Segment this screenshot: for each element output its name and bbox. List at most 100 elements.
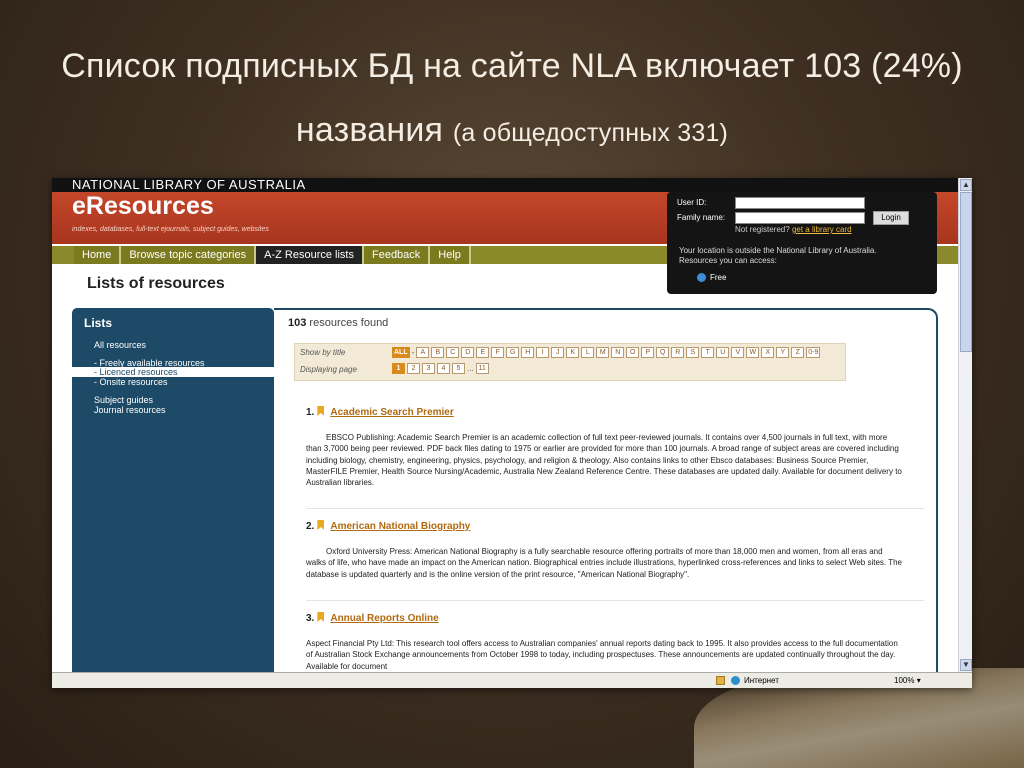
- page-4[interactable]: 4: [437, 363, 450, 374]
- location-note: Your location is outside the National Li…: [679, 246, 877, 265]
- sidebar-item-onsite[interactable]: - Onsite resources: [94, 377, 168, 387]
- scroll-thumb[interactable]: [960, 192, 972, 352]
- letter-s[interactable]: S: [686, 347, 700, 358]
- login-panel: User ID: Family name: Login Not register…: [667, 192, 937, 294]
- nav-help[interactable]: Help: [430, 246, 471, 264]
- letter-0-9[interactable]: 0-9: [806, 347, 821, 358]
- letter-b[interactable]: B: [431, 347, 445, 358]
- site-tagline: indexes, databases, full-text ejournals,…: [72, 226, 269, 233]
- sidebar: Lists All resources - Freely available r…: [72, 308, 274, 688]
- free-label: Free: [710, 273, 727, 282]
- status-bar: Интернет 100% ▾: [52, 672, 972, 688]
- letter-f[interactable]: F: [491, 347, 505, 358]
- letter-r[interactable]: R: [671, 347, 685, 358]
- entry-title-row: 2. American National Biography: [306, 520, 470, 532]
- letter-all[interactable]: ALL: [392, 347, 410, 358]
- sidebar-item-all[interactable]: All resources: [94, 340, 146, 350]
- letter-d[interactable]: D: [461, 347, 475, 358]
- nav-home[interactable]: Home: [74, 246, 122, 264]
- letter-e[interactable]: E: [476, 347, 490, 358]
- letter-t[interactable]: T: [701, 347, 715, 358]
- sidebar-item-licenced[interactable]: - Licenced resources: [72, 367, 274, 377]
- nav-az-lists[interactable]: A-Z Resource lists: [256, 246, 364, 264]
- vertical-scrollbar[interactable]: ▲ ▼: [958, 178, 972, 672]
- entry-description: EBSCO Publishing: Academic Search Premie…: [306, 433, 902, 488]
- nav-menu: Home Browse topic categories A-Z Resourc…: [74, 246, 471, 264]
- get-card-link[interactable]: get a library card: [792, 225, 852, 234]
- pagination: 1 2 3 4 5 ... 11: [392, 363, 489, 374]
- entry-number: 2.: [306, 521, 315, 532]
- zoom-dropdown-icon[interactable]: ▾: [917, 676, 921, 685]
- nav-feedback[interactable]: Feedback: [363, 246, 431, 264]
- letter-k[interactable]: K: [566, 347, 580, 358]
- letter-h[interactable]: H: [521, 347, 535, 358]
- globe-icon: [731, 676, 740, 686]
- security-zone: Интернет: [716, 676, 779, 686]
- letter-i[interactable]: I: [536, 347, 550, 358]
- letter-w[interactable]: W: [746, 347, 760, 358]
- letter-o[interactable]: O: [626, 347, 640, 358]
- show-by-label: Show by title: [300, 348, 346, 357]
- entry-title-row: 1. Academic Search Premier: [306, 406, 454, 418]
- letter-l[interactable]: L: [581, 347, 595, 358]
- page-5[interactable]: 5: [452, 363, 465, 374]
- scroll-up-icon[interactable]: ▲: [960, 179, 972, 191]
- letter-a[interactable]: A: [416, 347, 430, 358]
- letter-y[interactable]: Y: [776, 347, 790, 358]
- register-hint: Not registered? get a library card: [735, 225, 852, 234]
- entry-link[interactable]: Academic Search Premier: [330, 407, 453, 418]
- letter-g[interactable]: G: [506, 347, 520, 358]
- letter-dash: -: [411, 348, 415, 357]
- entry-separator: [306, 600, 924, 601]
- entry-link[interactable]: Annual Reports Online: [330, 613, 438, 624]
- login-button[interactable]: Login: [873, 211, 909, 225]
- browser-window: NATIONAL LIBRARY OF AUSTRALIA eResources…: [52, 178, 972, 688]
- not-registered-text: Not registered?: [735, 225, 790, 234]
- ribbon-icon: [317, 612, 325, 622]
- letter-c[interactable]: C: [446, 347, 460, 358]
- family-name-input[interactable]: [735, 212, 865, 224]
- entry-link[interactable]: American National Biography: [330, 521, 470, 532]
- letter-v[interactable]: V: [731, 347, 745, 358]
- site-topbar: NATIONAL LIBRARY OF AUSTRALIA: [52, 178, 958, 192]
- letter-x[interactable]: X: [761, 347, 775, 358]
- entry-number: 1.: [306, 407, 315, 418]
- slide-title-line1: Список подписных БД на сайте NLA включае…: [61, 47, 963, 85]
- slide-title-line2-main: названия: [295, 111, 444, 149]
- letter-p[interactable]: P: [641, 347, 655, 358]
- filter-box: Show by title ALL - A B C D E F G H I J …: [294, 343, 846, 381]
- letter-j[interactable]: J: [551, 347, 565, 358]
- letter-q[interactable]: Q: [656, 347, 670, 358]
- page-2[interactable]: 2: [407, 363, 420, 374]
- page-1[interactable]: 1: [392, 363, 405, 374]
- ribbon-icon: [317, 406, 325, 416]
- sidebar-item-subject-guides[interactable]: Subject guides: [94, 395, 153, 405]
- entry-title-row: 3. Annual Reports Online: [306, 612, 439, 624]
- user-id-input[interactable]: [735, 197, 865, 209]
- letter-z[interactable]: Z: [791, 347, 805, 358]
- entry-number: 3.: [306, 613, 315, 624]
- entry-description: Oxford University Press: American Nation…: [306, 547, 903, 579]
- letter-n[interactable]: N: [611, 347, 625, 358]
- sidebar-item-journals[interactable]: Journal resources: [94, 405, 166, 415]
- results-suffix: resources found: [309, 317, 389, 329]
- ribbon-icon: [317, 520, 325, 530]
- zoom-control[interactable]: 100% ▾: [894, 676, 921, 685]
- free-access[interactable]: Free: [697, 273, 727, 283]
- sidebar-heading: Lists: [84, 316, 113, 330]
- letter-u[interactable]: U: [716, 347, 730, 358]
- page-3[interactable]: 3: [422, 363, 435, 374]
- slide-title-line2-paren: (а общедоступных 331): [452, 119, 729, 147]
- displaying-label: Displaying page: [300, 365, 357, 374]
- lock-icon: [716, 676, 725, 686]
- results-count: 103 resources found: [288, 317, 388, 329]
- site-brand[interactable]: eResources: [72, 192, 214, 221]
- nav-browse-topics[interactable]: Browse topic categories: [121, 246, 257, 264]
- page-title: Lists of resources: [87, 275, 225, 292]
- page-11[interactable]: 11: [475, 363, 489, 374]
- letter-filter: ALL - A B C D E F G H I J K L M N O P Q …: [392, 347, 821, 358]
- zoom-value: 100%: [894, 676, 915, 685]
- letter-m[interactable]: M: [596, 347, 610, 358]
- zone-label: Интернет: [744, 676, 779, 685]
- scroll-down-icon[interactable]: ▼: [960, 659, 972, 671]
